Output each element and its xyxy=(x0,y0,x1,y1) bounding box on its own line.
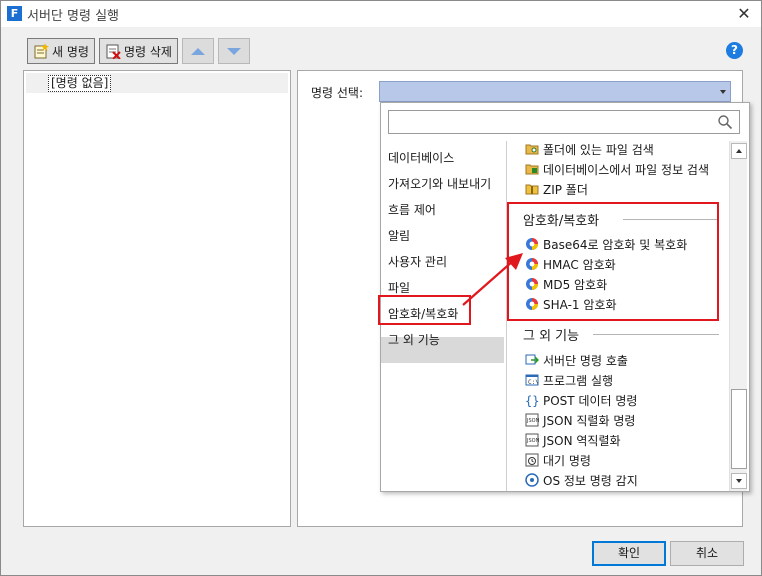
category-database[interactable]: 데이터베이스 xyxy=(388,149,454,166)
command-select-dropdown[interactable] xyxy=(379,81,731,102)
category-file[interactable]: 파일 xyxy=(388,279,410,296)
scroll-thumb[interactable] xyxy=(731,389,747,469)
new-command-button[interactable]: 새 명령 xyxy=(27,38,95,64)
os-info-icon xyxy=(525,473,539,487)
dropdown-arrow-icon xyxy=(720,90,726,94)
program-run-icon: C:\ xyxy=(525,373,539,387)
category-import-export[interactable]: 가져오기와 내보내기 xyxy=(388,175,491,192)
move-up-button[interactable] xyxy=(181,38,214,64)
delete-command-button[interactable]: 명령 삭제 xyxy=(98,38,178,64)
zip-folder-icon xyxy=(525,182,539,196)
post-data-icon: {} xyxy=(525,393,539,408)
search-icon xyxy=(717,114,733,130)
command-search-input[interactable] xyxy=(388,110,740,134)
list-item[interactable]: ZIP 폴더 xyxy=(525,180,588,198)
list-item[interactable]: C:\ 프로그램 실행 xyxy=(525,371,613,389)
list-item[interactable]: 대기 명령 xyxy=(525,451,591,469)
item-label: 프로그램 실행 xyxy=(543,373,614,388)
window-title: 서버단 명령 실행 xyxy=(27,9,119,24)
json-serialize-icon: JSON xyxy=(525,413,540,427)
app-logo-icon: F xyxy=(7,6,22,21)
empty-command-item[interactable]: [명령 없음] xyxy=(48,75,112,92)
new-command-label: 새 명령 xyxy=(52,44,89,59)
command-select-label: 명령 선택: xyxy=(311,86,364,100)
category-other[interactable]: 그 외 기능 xyxy=(388,331,440,348)
item-label: JSON 역직렬화 xyxy=(543,433,621,448)
section-divider xyxy=(593,334,719,335)
new-document-icon xyxy=(33,43,49,59)
highlight-box-crypto-items xyxy=(507,202,719,321)
toolbar: 새 명령 명령 삭제 xyxy=(27,38,250,64)
command-list-panel[interactable]: [명령 없음] xyxy=(23,70,291,527)
category-user-management[interactable]: 사용자 관리 xyxy=(388,253,447,270)
other-section-header: 그 외 기능 xyxy=(523,329,580,344)
folder-search-icon xyxy=(525,142,539,156)
item-label: OS 정보 명령 감지 xyxy=(543,473,638,488)
item-label: JSON 직렬화 명령 xyxy=(543,413,636,428)
item-label: ZIP 폴더 xyxy=(543,182,588,197)
list-item[interactable]: {} POST 데이터 명령 xyxy=(525,391,637,409)
category-notification[interactable]: 알림 xyxy=(388,227,410,244)
svg-text:C:\: C:\ xyxy=(528,379,539,386)
database-file-icon xyxy=(525,162,539,176)
item-label: 대기 명령 xyxy=(543,453,591,468)
close-icon[interactable]: ✕ xyxy=(733,3,755,25)
category-flow-control[interactable]: 흐름 제어 xyxy=(388,201,436,218)
scroll-up-button[interactable] xyxy=(731,143,747,159)
title-bar: F 서버단 명령 실행 ✕ xyxy=(1,1,761,27)
list-item[interactable]: JSON JSON 직렬화 명령 xyxy=(525,411,635,429)
delete-document-icon xyxy=(105,43,121,60)
popup-scrollbar[interactable] xyxy=(729,141,747,491)
dialog-window: F 서버단 명령 실행 ✕ 새 명령 명령 삭제 ? [명령 없음] 명령 선택… xyxy=(0,0,762,576)
list-item[interactable]: 폴더에 있는 파일 검색 xyxy=(525,141,654,158)
svg-text:{}: {} xyxy=(525,394,539,407)
item-label: 폴더에 있는 파일 검색 xyxy=(543,142,654,157)
svg-text:JSON: JSON xyxy=(526,438,539,444)
server-call-icon xyxy=(525,353,540,367)
item-label: 서버단 명령 호출 xyxy=(543,353,628,368)
delete-command-label: 명령 삭제 xyxy=(123,44,172,59)
list-item[interactable]: OS 정보 명령 감지 xyxy=(525,471,638,489)
move-down-button[interactable] xyxy=(217,38,250,64)
scroll-down-button[interactable] xyxy=(731,473,747,489)
item-label: 데이터베이스에서 파일 정보 검색 xyxy=(543,162,710,177)
list-item[interactable]: 데이터베이스에서 파일 정보 검색 xyxy=(525,160,709,178)
cancel-button[interactable]: 취소 xyxy=(670,541,744,566)
arrow-up-icon xyxy=(190,47,205,55)
highlight-arrow xyxy=(462,253,523,306)
wait-icon xyxy=(525,453,539,467)
json-deserialize-icon: JSON xyxy=(525,433,540,447)
arrow-down-icon xyxy=(226,47,241,55)
list-item[interactable]: JSON JSON 역직렬화 xyxy=(525,431,621,449)
ok-button[interactable]: 확인 xyxy=(592,541,666,566)
highlight-box-category xyxy=(378,295,471,325)
list-item[interactable]: 서버단 명령 호출 xyxy=(525,351,628,369)
svg-text:JSON: JSON xyxy=(526,418,539,424)
item-label: POST 데이터 명령 xyxy=(543,393,638,408)
help-icon[interactable]: ? xyxy=(726,42,743,59)
